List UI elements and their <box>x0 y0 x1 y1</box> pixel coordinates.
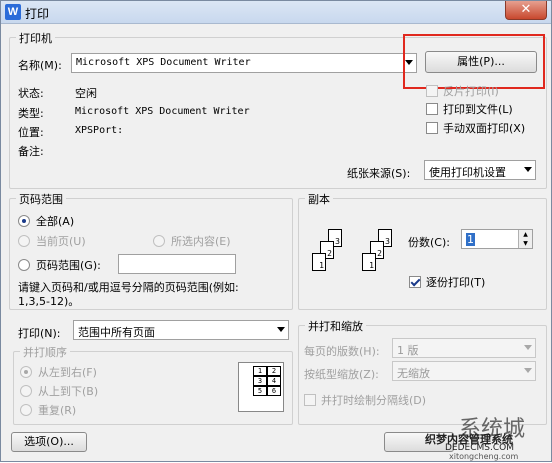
draw-lines-checkbox[interactable] <box>304 394 316 406</box>
wps-app-icon: W <box>5 4 21 20</box>
title-bar: W 打印 ✕ <box>1 1 551 24</box>
range-all-label: 全部(A) <box>36 215 75 228</box>
chevron-down-icon <box>524 345 532 350</box>
reverse-print-label: 反片打印(I) <box>443 85 499 98</box>
comment-label: 备注: <box>18 145 44 158</box>
uncollated-pages-icon: 3 2 1 <box>306 229 351 281</box>
type-value: Microsoft XPS Document Writer <box>75 106 250 117</box>
order-cell: 2 <box>267 366 281 376</box>
printer-name-value: Microsoft XPS Document Writer <box>76 57 251 68</box>
collated-pages-icon: 3 2 1 <box>356 229 401 281</box>
page-range-input[interactable] <box>118 254 236 274</box>
watermark-overlay: 系统城 织梦内容管理系统 DEDECMS.COM xitongcheng.com <box>397 411 552 463</box>
copies-count-label: 份数(C): <box>408 236 450 249</box>
type-label: 类型: <box>18 107 44 120</box>
order-cell: 4 <box>267 376 281 386</box>
order-group-label: 并打顺序 <box>20 344 70 360</box>
chevron-down-icon <box>524 167 532 172</box>
printer-name-select[interactable]: Microsoft XPS Document Writer <box>71 53 417 73</box>
print-to-file-checkbox[interactable] <box>426 103 438 115</box>
scale-select[interactable]: 无缩放 <box>392 361 536 381</box>
reverse-print-checkbox[interactable] <box>426 85 438 97</box>
pages-per-sheet-label: 每页的版数(H): <box>304 345 380 358</box>
page-number: 3 <box>335 237 340 246</box>
page-number: 2 <box>327 249 332 258</box>
scale-value: 无缩放 <box>397 367 430 380</box>
draw-lines-label: 并打时绘制分隔线(D) <box>321 394 427 407</box>
page-range-group-label: 页码范围 <box>16 191 66 207</box>
dialog-title: 打印 <box>25 7 50 21</box>
zoom-group-label: 并打和缩放 <box>305 318 366 334</box>
copies-group-label: 副本 <box>305 191 333 207</box>
range-all-radio[interactable] <box>18 215 30 227</box>
order-left-to-right-radio[interactable] <box>20 366 32 378</box>
scale-label: 按纸型缩放(Z): <box>304 368 379 381</box>
range-selection-radio[interactable] <box>153 235 165 247</box>
highlight-box <box>403 34 545 89</box>
range-pages-label: 页码范围(G): <box>36 259 101 272</box>
manual-duplex-label: 手动双面打印(X) <box>443 122 526 135</box>
chevron-down-icon <box>524 368 532 373</box>
print-to-file-label: 打印到文件(L) <box>443 103 513 116</box>
print-dialog: W 打印 ✕ 打印机 名称(M): Microsoft XPS Document… <box>0 0 552 462</box>
spin-up-icon[interactable]: ▲ <box>518 230 532 239</box>
spin-down-icon[interactable]: ▼ <box>518 239 532 248</box>
paper-source-value: 使用打印机设置 <box>429 166 506 179</box>
page-number: 2 <box>377 249 382 258</box>
chevron-down-icon <box>277 327 285 332</box>
order-left-to-right-label: 从左到右(F) <box>38 366 97 379</box>
range-hint-line2: 1,3,5-12)。 <box>18 295 80 308</box>
options-button[interactable]: 选项(O)... <box>11 432 87 452</box>
order-repeat-radio[interactable] <box>20 404 32 416</box>
order-cell: 5 <box>253 386 267 396</box>
location-label: 位置: <box>18 126 44 139</box>
pages-per-sheet-value: 1 版 <box>397 344 419 357</box>
close-button[interactable]: ✕ <box>505 1 547 20</box>
status-value: 空闲 <box>75 87 97 100</box>
collate-label: 逐份打印(T) <box>426 276 486 289</box>
printer-name-label: 名称(M): <box>18 59 62 72</box>
pages-per-sheet-select[interactable]: 1 版 <box>392 338 536 358</box>
paper-source-label: 纸张来源(S): <box>347 167 411 180</box>
order-cell: 6 <box>267 386 281 396</box>
order-cell: 1 <box>253 366 267 376</box>
range-selection-label: 所选内容(E) <box>171 235 231 248</box>
page-number: 1 <box>319 261 324 270</box>
page-number: 3 <box>385 237 390 246</box>
order-repeat-label: 重复(R) <box>38 404 77 417</box>
status-label: 状态: <box>18 87 44 100</box>
page-order-preview: 1 2 3 4 5 6 <box>238 362 284 412</box>
paper-source-select[interactable]: 使用打印机设置 <box>424 160 536 180</box>
collate-checkbox[interactable] <box>409 276 421 288</box>
watermark-site: xitongcheng.com <box>449 452 519 461</box>
print-what-label: 打印(N): <box>18 327 61 340</box>
print-what-value: 范围中所有页面 <box>78 326 155 339</box>
manual-duplex-checkbox[interactable] <box>426 122 438 134</box>
order-cell: 3 <box>253 376 267 386</box>
page-number: 1 <box>369 261 374 270</box>
copies-count-spinner[interactable]: 1 ▲ ▼ <box>461 229 533 249</box>
copies-count-value: 1 <box>466 233 475 246</box>
printer-group-label: 打印机 <box>16 30 55 46</box>
order-top-to-bottom-label: 从上到下(B) <box>38 385 99 398</box>
range-pages-radio[interactable] <box>18 259 30 271</box>
range-current-label: 当前页(U) <box>36 235 86 248</box>
location-value: XPSPort: <box>75 125 124 136</box>
print-what-select[interactable]: 范围中所有页面 <box>73 320 289 340</box>
order-top-to-bottom-radio[interactable] <box>20 385 32 397</box>
range-current-radio[interactable] <box>18 235 30 247</box>
